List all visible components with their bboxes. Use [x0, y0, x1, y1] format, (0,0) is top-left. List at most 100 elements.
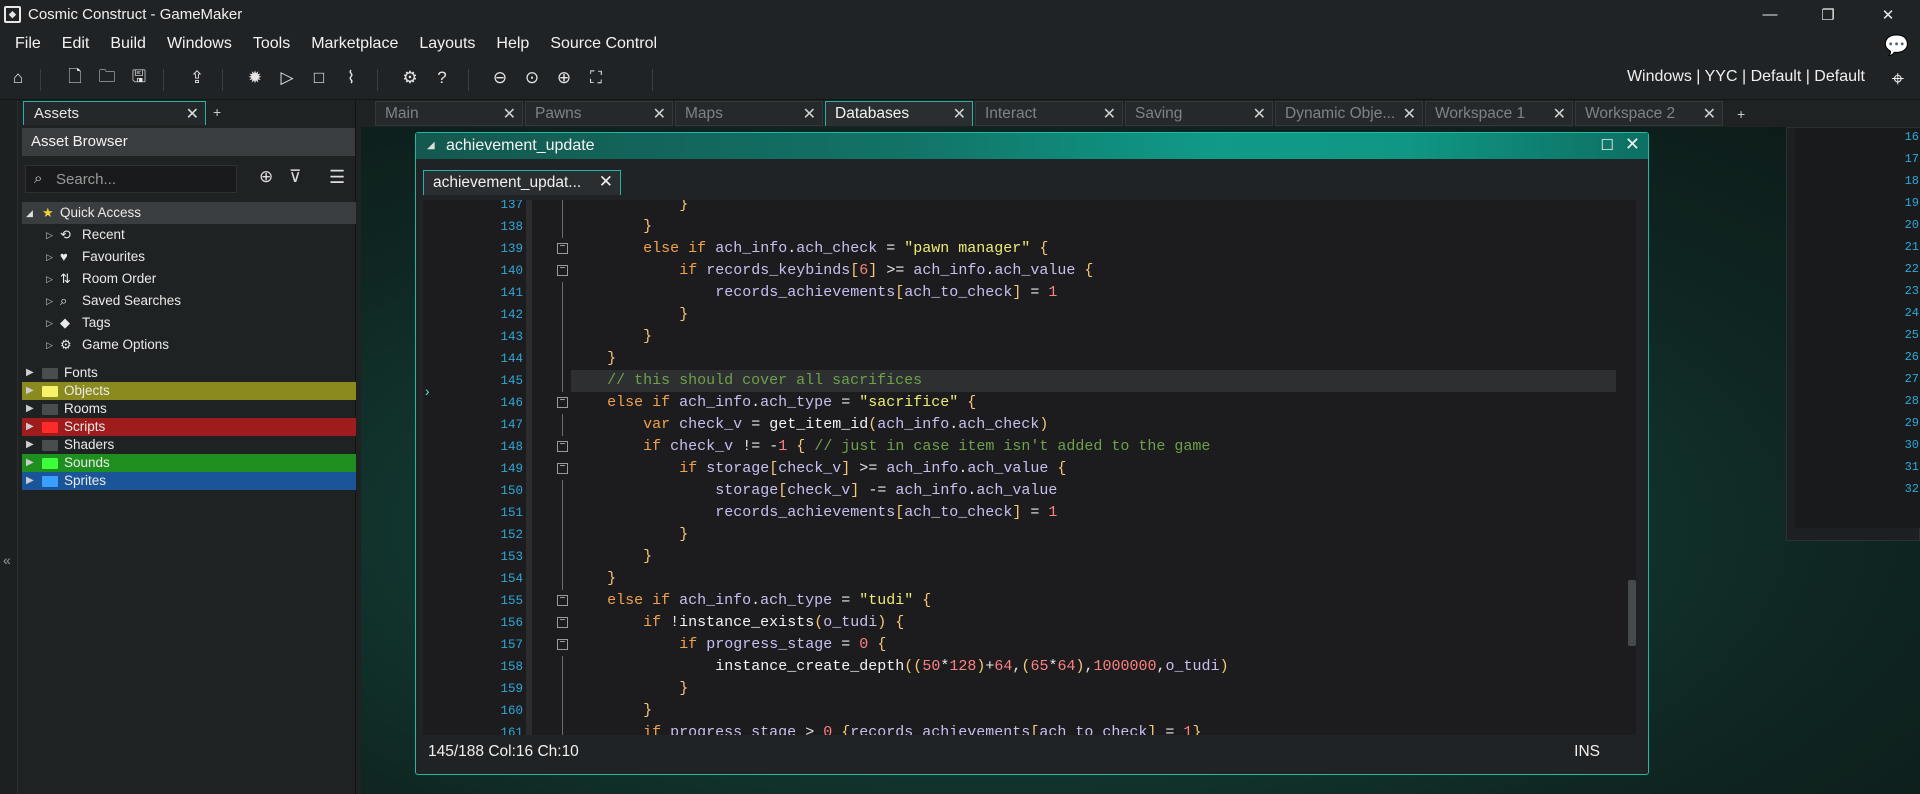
stop-icon[interactable]: □: [306, 65, 332, 91]
tree-item-tags[interactable]: ▷ ◆ Tags: [22, 312, 356, 334]
folder-fonts[interactable]: ▶ Fonts: [22, 364, 356, 382]
close-icon[interactable]: ✕: [1625, 134, 1640, 155]
collapsed-arrow-icon[interactable]: ▷: [46, 290, 53, 312]
chat-icon[interactable]: 💬: [1884, 33, 1909, 57]
close-icon[interactable]: ✕: [503, 104, 516, 124]
menu-tools[interactable]: Tools: [245, 35, 298, 53]
code-line[interactable]: 157 − if progress_stage = 0 {: [423, 634, 1636, 656]
code-line[interactable]: 156 − if !instance_exists(o_tudi) {: [423, 612, 1636, 634]
fold-toggle-icon[interactable]: −: [557, 463, 568, 474]
code-line[interactable]: 161 if progress_stage > 0 {records_achie…: [423, 722, 1636, 735]
code-window-titlebar[interactable]: ◢ achievement_update ☐ ✕: [416, 133, 1648, 159]
collapsed-arrow-icon[interactable]: ▶: [26, 382, 34, 400]
fold-toggle-icon[interactable]: −: [557, 639, 568, 650]
left-collapse-strip[interactable]: «: [0, 100, 18, 794]
asset-search-input[interactable]: ⌕ Search...: [25, 165, 237, 193]
folder-shaders[interactable]: ▶ Shaders: [22, 436, 356, 454]
doc-tab[interactable]: Maps ✕: [675, 101, 823, 126]
expanded-arrow-icon[interactable]: ◢: [26, 202, 33, 224]
folder-scripts[interactable]: ▶ Scripts: [22, 418, 356, 436]
code-line[interactable]: 154 }: [423, 568, 1636, 590]
close-icon[interactable]: ✕: [1253, 104, 1266, 124]
collapse-icon[interactable]: ◢: [427, 140, 435, 151]
doc-tab[interactable]: Pawns ✕: [525, 101, 673, 126]
right-code-window[interactable]: 16 17 18 19 20 21 22 23 24 25 26 27 28 29 30 31 32: [1786, 127, 1920, 541]
code-line[interactable]: 152 }: [423, 524, 1636, 546]
close-icon[interactable]: ✕: [1403, 104, 1416, 124]
folder-sounds[interactable]: ▶ Sounds: [22, 454, 356, 472]
scrollbar-thumb[interactable]: [1628, 580, 1636, 646]
code-line[interactable]: 151 records_achievements[ach_to_check] =…: [423, 502, 1636, 524]
menu-edit[interactable]: Edit: [54, 35, 98, 53]
fold-toggle-icon[interactable]: −: [557, 397, 568, 408]
fold-toggle-icon[interactable]: −: [557, 595, 568, 606]
collapsed-arrow-icon[interactable]: ▷: [46, 334, 53, 356]
folder-objects[interactable]: ▶ Objects: [22, 382, 356, 400]
clean-icon[interactable]: ⌇: [338, 65, 364, 91]
fold-toggle-icon[interactable]: −: [557, 617, 568, 628]
collapsed-arrow-icon[interactable]: ▶: [26, 454, 34, 472]
code-line[interactable]: 158 instance_create_depth((50*128)+64,(6…: [423, 656, 1636, 678]
quick-access-row[interactable]: ◢ ★ Quick Access: [22, 202, 356, 224]
doc-tab[interactable]: Workspace 2 ✕: [1575, 101, 1723, 126]
menu-source-control[interactable]: Source Control: [542, 35, 665, 53]
doc-tab[interactable]: Interact ✕: [975, 101, 1123, 126]
menu-build[interactable]: Build: [102, 35, 154, 53]
close-icon[interactable]: ✕: [186, 104, 199, 124]
game-options-icon[interactable]: ⚙: [397, 65, 423, 91]
collapsed-arrow-icon[interactable]: ▷: [46, 246, 53, 268]
code-line[interactable]: 159 }: [423, 678, 1636, 700]
close-icon[interactable]: ✕: [803, 104, 816, 124]
tree-item-game-options[interactable]: ▷ ⚙ Game Options: [22, 334, 356, 356]
home-icon[interactable]: ⌂: [5, 65, 31, 91]
create-executable-icon[interactable]: ⇪: [184, 65, 210, 91]
new-project-icon[interactable]: 🗋: [62, 65, 88, 91]
tree-item-recent[interactable]: ▷ ⟲ Recent: [22, 224, 356, 246]
code-line[interactable]: 147 var check_v = get_item_id(ach_info.a…: [423, 414, 1636, 436]
code-line[interactable]: 153 }: [423, 546, 1636, 568]
code-line[interactable]: 155 − else if ach_info.ach_type = "tudi" …: [423, 590, 1636, 612]
code-line[interactable]: 148 − if check_v != -1 { // just in case …: [423, 436, 1636, 458]
code-line[interactable]: 142 }: [423, 304, 1636, 326]
menu-icon[interactable]: ☰: [329, 167, 345, 188]
debug-icon[interactable]: ✹: [242, 65, 268, 91]
fold-toggle-icon[interactable]: −: [557, 243, 568, 254]
collapsed-arrow-icon[interactable]: ▶: [26, 472, 34, 490]
code-line[interactable]: 140 − if records_keybinds[6] >= ach_info.…: [423, 260, 1636, 282]
doc-tab[interactable]: Main ✕: [375, 101, 523, 126]
close-icon[interactable]: ✕: [1103, 104, 1116, 124]
script-tab[interactable]: achievement_updat... ✕: [423, 170, 621, 195]
tree-item-favourites[interactable]: ▷ ♥ Favourites: [22, 246, 356, 268]
zoom-in-icon[interactable]: ⊕: [551, 65, 577, 91]
target-icon[interactable]: ⌖: [1892, 66, 1904, 92]
menu-help[interactable]: Help: [488, 35, 537, 53]
collapsed-arrow-icon[interactable]: ▷: [46, 312, 53, 334]
doc-tab[interactable]: Databases ✕: [825, 101, 973, 126]
zoom-out-icon[interactable]: ⊖: [487, 65, 513, 91]
code-line[interactable]: 145 // this should cover all sacrifices: [423, 370, 1636, 392]
close-icon[interactable]: ✕: [1553, 104, 1566, 124]
fit-window-icon[interactable]: ⛶: [583, 65, 609, 91]
collapsed-arrow-icon[interactable]: ▶: [26, 418, 34, 436]
code-line[interactable]: 146 − else if ach_info.ach_type = "sacrif…: [423, 392, 1636, 414]
collapsed-arrow-icon[interactable]: ▶: [26, 400, 34, 418]
folder-sprites[interactable]: ▶ Sprites: [22, 472, 356, 490]
close-icon[interactable]: ✕: [1703, 104, 1716, 124]
zoom-reset-icon[interactable]: ⊙: [519, 65, 545, 91]
code-line[interactable]: 150 storage[check_v] -= ach_info.ach_val…: [423, 480, 1636, 502]
menu-layouts[interactable]: Layouts: [411, 35, 483, 53]
close-icon[interactable]: ✕: [653, 104, 666, 124]
filter-icon[interactable]: ⊽: [289, 167, 301, 187]
fold-toggle-icon[interactable]: −: [557, 441, 568, 452]
tree-item-saved-searches[interactable]: ▷ ⌕ Saved Searches: [22, 290, 356, 312]
collapsed-arrow-icon[interactable]: ▶: [26, 364, 34, 382]
collapsed-arrow-icon[interactable]: ▷: [46, 224, 53, 246]
tree-item-room-order[interactable]: ▷ ⇅ Room Order: [22, 268, 356, 290]
target-configs[interactable]: Windows | YYC | Default | Default: [1627, 68, 1865, 86]
code-line[interactable]: 149 − if storage[check_v] >= ach_info.ach…: [423, 458, 1636, 480]
help-icon[interactable]: ?: [429, 65, 455, 91]
collapse-left-icon[interactable]: «: [3, 552, 11, 568]
collapsed-arrow-icon[interactable]: ▶: [26, 436, 34, 454]
code-line[interactable]: 139 − else if ach_info.ach_check = "pawn …: [423, 238, 1636, 260]
folder-rooms[interactable]: ▶ Rooms: [22, 400, 356, 418]
